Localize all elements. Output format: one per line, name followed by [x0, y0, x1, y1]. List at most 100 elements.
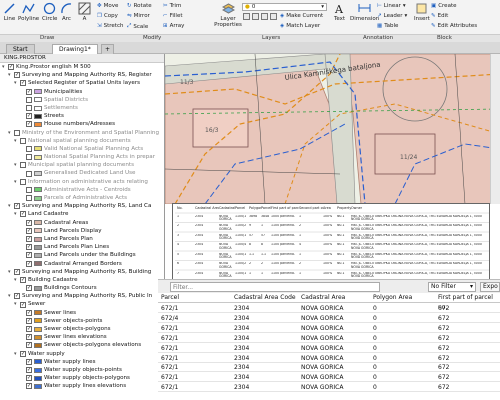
- layer-tree-item[interactable]: ✓ Water supply objects-points: [0, 366, 164, 374]
- table-row[interactable]: 672/1 2304 NOVA GORICA 0 672: [158, 383, 500, 393]
- layer-checkbox[interactable]: [20, 137, 26, 144]
- layer-tree-item[interactable]: Parcels of Administrative Acts: [0, 194, 164, 202]
- layer-tree-item[interactable]: ✓ Water supply objects-polygons: [0, 374, 164, 382]
- layer-tree-item[interactable]: ▾ ✓ Surveying and Mapping Authority RS, Bu…: [0, 268, 164, 276]
- layer-checkbox[interactable]: ✓: [26, 383, 32, 390]
- column-header[interactable]: Cadastral Area Code: [234, 293, 296, 303]
- insert-button[interactable]: Insert: [414, 2, 430, 22]
- layer-tree-item[interactable]: ▾ ✓ Building Cadastre: [0, 276, 164, 284]
- layer-checkbox[interactable]: [20, 178, 26, 185]
- layer-tree-item[interactable]: ✓ Municipalities: [0, 88, 164, 96]
- column-header[interactable]: First part of parcel no.: [438, 293, 500, 311]
- layer-checkbox[interactable]: [26, 186, 32, 193]
- layer-tree-item[interactable]: ▾ ✓ Land Cadastre: [0, 210, 164, 218]
- tab-drawing1[interactable]: Drawing1* ×: [52, 44, 98, 60]
- layer-tree-item[interactable]: ▾ Municipal spatial planning documents: [0, 161, 164, 169]
- layer-freeze-icon[interactable]: [252, 13, 259, 20]
- layer-checkbox[interactable]: ✓: [26, 236, 32, 243]
- table-row[interactable]: 672/1 2304 NOVA GORICA 0 672: [158, 324, 500, 333]
- layer-checkbox[interactable]: ✓: [26, 367, 32, 374]
- layer-checkbox[interactable]: ✓: [14, 293, 20, 300]
- layer-tree-item[interactable]: ✓ Sewer lines: [0, 309, 164, 317]
- layer-tree-item[interactable]: ▾ ✓ Surveying and Mapping Authority RS, Pu…: [0, 292, 164, 300]
- dimension-button[interactable]: Dimension: [350, 2, 379, 22]
- table-row[interactable]: 672/1 2304 NOVA GORICA 0 672: [158, 354, 500, 363]
- layer-checkbox[interactable]: ✓: [26, 317, 32, 324]
- layer-tree-item[interactable]: ▾ ✓ Sewer: [0, 300, 164, 308]
- layer-checkbox[interactable]: ✓: [20, 80, 26, 87]
- hatch-button[interactable]: A: [78, 2, 91, 22]
- move-button[interactable]: ✥ Move: [97, 3, 118, 9]
- table-row[interactable]: 672/1 2304 NOVA GORICA 0 672: [158, 304, 500, 313]
- layer-checkbox[interactable]: ✓: [26, 121, 32, 128]
- layer-checkbox[interactable]: [14, 129, 20, 136]
- polyline-button[interactable]: Polyline: [18, 2, 39, 22]
- layer-dropdown[interactable]: ● 0 ▾: [242, 3, 327, 11]
- linear-button[interactable]: ⊢ Linear ▾: [377, 3, 406, 9]
- panel-layers[interactable]: Layers: [262, 35, 280, 41]
- layer-tree-item[interactable]: ✓ Water supply lines elevations: [0, 382, 164, 390]
- layer-icons-row[interactable]: [243, 13, 277, 20]
- layer-checkbox[interactable]: ✓: [8, 64, 14, 71]
- layer-checkbox[interactable]: ✓: [26, 375, 32, 382]
- map-scrollbar[interactable]: [490, 54, 500, 204]
- layer-tree-item[interactable]: ✓ Sewer lines elevations: [0, 333, 164, 341]
- layer-checkbox[interactable]: ✓: [26, 219, 32, 226]
- panel-modify[interactable]: Modify: [143, 35, 161, 41]
- layer-checkbox[interactable]: ✓: [26, 358, 32, 365]
- circle-button[interactable]: Circle: [42, 2, 57, 22]
- layer-tree-item[interactable]: ✓ Land Parcels under the Buildings: [0, 251, 164, 259]
- layer-tree-item[interactable]: ✓ Land Parcels Plan Lines: [0, 243, 164, 251]
- layer-tree-item[interactable]: ✓ Cadastral Areas: [0, 219, 164, 227]
- layer-tree-item[interactable]: ✓ Streets: [0, 112, 164, 120]
- layer-tree-item[interactable]: ▾ ✓ Surveying and Mapping Authority RS, Re…: [0, 71, 164, 79]
- layer-checkbox[interactable]: ✓: [26, 309, 32, 316]
- layer-tree-item[interactable]: ▾ National spatial planning documents: [0, 137, 164, 145]
- filter-select[interactable]: No Filter ▾: [428, 282, 476, 292]
- fillet-button[interactable]: ⌐ Fillet: [163, 13, 183, 19]
- layer-tree-item[interactable]: Administrative Acts - Centroids: [0, 186, 164, 194]
- table-row[interactable]: 672/1 2304 NOVA GORICA 0 672: [158, 334, 500, 343]
- column-header[interactable]: Parcel: [161, 293, 179, 303]
- layer-tree-item[interactable]: Spatial Districts: [0, 96, 164, 104]
- table-row[interactable]: 672/1 2304 NOVA GORICA 0 672: [158, 344, 500, 353]
- layer-checkbox[interactable]: ✓: [14, 268, 20, 275]
- scale-button[interactable]: ⤢ Scale: [127, 23, 148, 30]
- layer-checkbox[interactable]: ✓: [20, 301, 26, 308]
- new-tab-button[interactable]: +: [101, 44, 115, 54]
- edit-attributes-button[interactable]: ✎ Edit Attributes: [431, 23, 477, 29]
- copy-button[interactable]: ❐ Copy: [97, 13, 118, 19]
- layer-tree-item[interactable]: ✓ House numbers/Adresses: [0, 120, 164, 128]
- layer-tree-item[interactable]: ✓ Land Parcels Display: [0, 227, 164, 235]
- layer-checkbox[interactable]: [26, 170, 32, 177]
- layer-lock-icon[interactable]: [261, 13, 268, 20]
- layer-tree-item[interactable]: Generalised Dedicated Land Use: [0, 169, 164, 177]
- filter-input[interactable]: [170, 282, 380, 292]
- layer-tree-item[interactable]: Valid National Spatial Planning Acts: [0, 145, 164, 153]
- make-current-button[interactable]: ◈ Make Current: [280, 13, 323, 19]
- array-button[interactable]: ⊞ Array: [163, 23, 184, 29]
- layer-checkbox[interactable]: [26, 145, 32, 152]
- layer-iso-icon[interactable]: [270, 13, 277, 20]
- layer-tree-item[interactable]: ✓ Buildings Contours: [0, 284, 164, 292]
- layer-tree-item[interactable]: ✓ Cadastral Arranged Borders: [0, 260, 164, 268]
- table-row[interactable]: 672/4 2304 NOVA GORICA 0 672: [158, 314, 500, 323]
- layer-checkbox[interactable]: ✓: [26, 227, 32, 234]
- leader-button[interactable]: ↗ Leader ▾: [377, 13, 407, 19]
- line-button[interactable]: Line: [3, 2, 16, 22]
- layer-tree-item[interactable]: ✓ Sewer objects-polygons elevations: [0, 341, 164, 349]
- layer-checkbox[interactable]: [26, 195, 32, 202]
- layer-checkbox[interactable]: ✓: [20, 211, 26, 218]
- layer-checkbox[interactable]: ✓: [26, 285, 32, 292]
- export-button[interactable]: Expo: [480, 282, 500, 292]
- layer-tree-item[interactable]: ▾ ✓ Selected Register of Spatial Units lay…: [0, 79, 164, 87]
- layer-checkbox[interactable]: ✓: [26, 260, 32, 267]
- map-canvas[interactable]: Ulica Kamniškega bataljona 11/3 11/24 16…: [165, 54, 500, 204]
- layer-checkbox[interactable]: [20, 162, 26, 169]
- layer-checkbox[interactable]: ✓: [26, 326, 32, 333]
- layer-tree-item[interactable]: ▾ ✓ Water supply: [0, 350, 164, 358]
- layer-checkbox[interactable]: ✓: [26, 334, 32, 341]
- table-row[interactable]: 672/1 2304 NOVA GORICA 0 672: [158, 373, 500, 383]
- layer-checkbox[interactable]: ✓: [20, 350, 26, 357]
- layer-tree-item[interactable]: ▾ Information on administrative acts rela…: [0, 178, 164, 186]
